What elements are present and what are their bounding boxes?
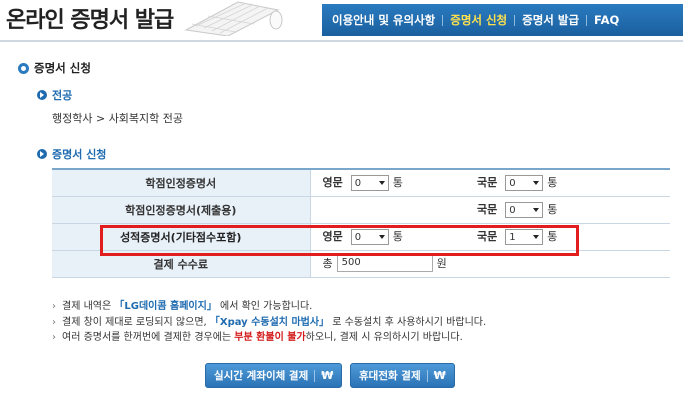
account-transfer-pay-button[interactable]: 실시간 계좌이체 결제 ₩ (205, 363, 343, 388)
lg-dacom-link[interactable]: 「LG데이콤 홈페이지」 (114, 301, 216, 312)
won-icon: ₩ (433, 369, 446, 382)
nav-certificate-issue[interactable]: 증명서 발급 (522, 12, 579, 28)
nav-separator (442, 14, 444, 26)
note-text: 로 수동설치 후 사용하시기 바랍니다. (329, 316, 487, 328)
refund-warning: 부분 환불이 불가 (234, 332, 306, 343)
note-text: 결제 창이 제대로 로딩되지 않으면, (62, 316, 210, 328)
unit-label: 통 (392, 176, 403, 190)
korean-label: 국문 (477, 176, 498, 190)
button-label: 실시간 계좌이체 결제 (214, 370, 309, 382)
header: 온라인 증명서 발급 이용안내 및 유의사항 증명서 신청 증명서 발급 FAQ (0, 0, 683, 40)
highlight-box (100, 225, 579, 256)
nav-separator (586, 14, 588, 26)
fee-prefix: 총 (322, 256, 333, 270)
xpay-wizard-link[interactable]: 「Xpay 수동설치 마법사」 (210, 317, 329, 328)
chevron-down-icon (378, 181, 385, 186)
list-item: › 여러 증명서를 한꺼번에 결제한 경우에는 부분 환불이 불가하오니, 결제 … (52, 330, 486, 346)
select-value: 0 (509, 177, 516, 189)
button-label: 휴대전화 결제 (359, 370, 421, 382)
certificate-table: 학점인정증명서 영문 0 통 국문 0 통 학점인정증명서(제출용) 국문 0 통 성적증명… (52, 168, 670, 278)
note-text: 여러 증명서를 한꺼번에 결제한 경우에는 (62, 332, 235, 343)
list-item: › 결제 내역은 「LG데이콤 홈페이지」 에서 확인 가능합니다. (52, 299, 486, 315)
arrow-bullet-icon (37, 149, 47, 159)
korean-copies-cell: 국문 0 통 (465, 196, 670, 224)
unit-label: 통 (547, 203, 558, 216)
english-copies-select[interactable]: 0 (350, 175, 389, 192)
note-text: 하오니, 결제 시 유의하시기 바랍니다. (305, 332, 463, 343)
table-row: 학점인정증명서 영문 0 통 국문 0 통 (52, 168, 670, 197)
notice-list: › 결제 내역은 「LG데이콤 홈페이지」 에서 확인 가능합니다. › 결제 창이… (52, 299, 486, 346)
unit-label: 통 (547, 176, 558, 190)
nav-faq[interactable]: FAQ (594, 13, 619, 27)
major-heading: 전공 (37, 87, 72, 103)
site-title: 온라인 증명서 발급 (6, 8, 174, 33)
chevron-down-icon (533, 181, 540, 186)
nav-usage-guide[interactable]: 이용안내 및 유의사항 (332, 12, 435, 28)
korean-copies-select[interactable]: 0 (505, 175, 544, 192)
section-title: 증명서 신청 (34, 61, 91, 75)
button-separator (314, 369, 316, 382)
select-value: 0 (354, 177, 362, 189)
mobile-pay-button[interactable]: 휴대전화 결제 ₩ (350, 363, 455, 388)
bullet-icon: › (52, 332, 56, 343)
keyboard-mouse-illustration (184, 1, 283, 36)
english-copies-cell (310, 196, 465, 224)
list-item: › 결제 창이 제대로 로딩되지 않으면, 「Xpay 수동설치 마법사」 로 수… (52, 315, 486, 331)
nav-separator (514, 14, 516, 26)
bullet-icon: › (52, 301, 56, 312)
english-copies-cell: 영문 0 통 (310, 168, 465, 197)
note-text: 에서 확인 가능합니다. (216, 301, 313, 312)
fee-amount-field: 500 (336, 255, 433, 273)
section-heading: 증명서 신청 (18, 60, 91, 76)
major-heading-label: 전공 (52, 89, 73, 102)
english-label: 영문 (322, 176, 343, 190)
certificate-name: 학점인정증명서(제출용) (52, 196, 311, 224)
arrow-bullet-icon (37, 90, 47, 100)
main-nav: 이용안내 및 유의사항 증명서 신청 증명서 발급 FAQ (322, 4, 683, 36)
apply-heading-label: 증명서 신청 (52, 148, 107, 161)
korean-copies-select[interactable]: 0 (505, 202, 544, 218)
select-value: 0 (509, 204, 516, 216)
bullet-icon: › (52, 316, 56, 328)
circle-bullet-icon (18, 62, 29, 74)
certificate-name: 학점인정증명서 (52, 168, 311, 197)
korean-copies-cell: 국문 0 통 (465, 168, 670, 197)
korean-label: 국문 (477, 203, 498, 216)
fee-unit: 원 (436, 256, 447, 270)
table-row: 학점인정증명서(제출용) 국문 0 통 (52, 196, 670, 224)
note-text: 결제 내역은 (62, 301, 115, 312)
apply-heading: 증명서 신청 (37, 146, 106, 162)
won-icon: ₩ (321, 369, 334, 382)
nav-certificate-apply[interactable]: 증명서 신청 (450, 12, 507, 28)
button-separator (426, 369, 428, 382)
major-value: 행정학사 > 사회복지학 전공 (52, 112, 184, 125)
chevron-down-icon (533, 208, 540, 212)
